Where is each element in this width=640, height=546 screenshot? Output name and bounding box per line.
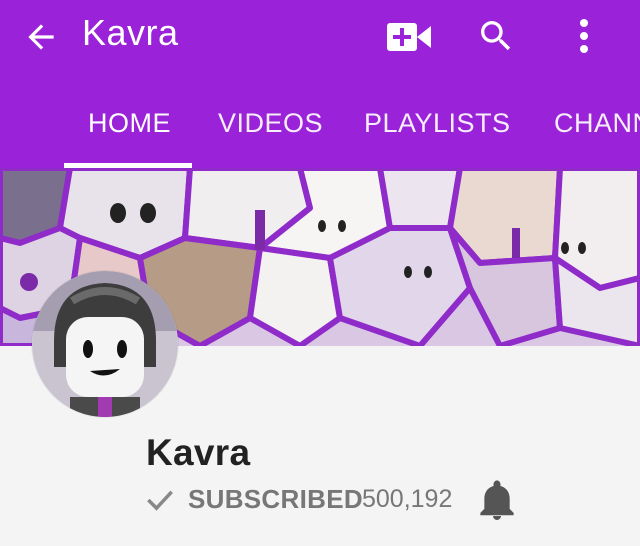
- app-bar: Kavra HOME VIDEOS PLAYLISTS CHANN: [0, 0, 640, 168]
- tab-home[interactable]: HOME: [88, 108, 171, 139]
- page-title: Kavra: [82, 12, 179, 53]
- tab-videos[interactable]: VIDEOS: [218, 108, 323, 139]
- search-icon: [481, 21, 511, 51]
- back-arrow-icon: [28, 24, 54, 50]
- subscribed-button[interactable]: SUBSCRIBED: [188, 484, 363, 515]
- bell-icon: [480, 480, 514, 520]
- subscriber-count: 500,192: [362, 485, 453, 513]
- channel-avatar[interactable]: [32, 271, 178, 417]
- check-icon: [147, 490, 173, 511]
- tab-channels[interactable]: CHANN: [554, 108, 640, 139]
- video-add-icon: [387, 23, 431, 51]
- notification-bell-button[interactable]: [478, 480, 516, 522]
- upload-video-button[interactable]: [382, 14, 436, 60]
- back-button[interactable]: [18, 14, 64, 60]
- channel-name: Kavra: [146, 432, 251, 473]
- subscribed-check: [146, 488, 174, 512]
- avatar-image: [32, 271, 178, 417]
- tab-playlists[interactable]: PLAYLISTS: [364, 108, 511, 139]
- search-button[interactable]: [472, 12, 520, 60]
- tab-bar: HOME VIDEOS PLAYLISTS CHANN: [0, 92, 640, 168]
- more-vert-icon: [580, 19, 588, 53]
- more-options-button[interactable]: [566, 12, 602, 60]
- top-toolbar: Kavra: [0, 0, 640, 76]
